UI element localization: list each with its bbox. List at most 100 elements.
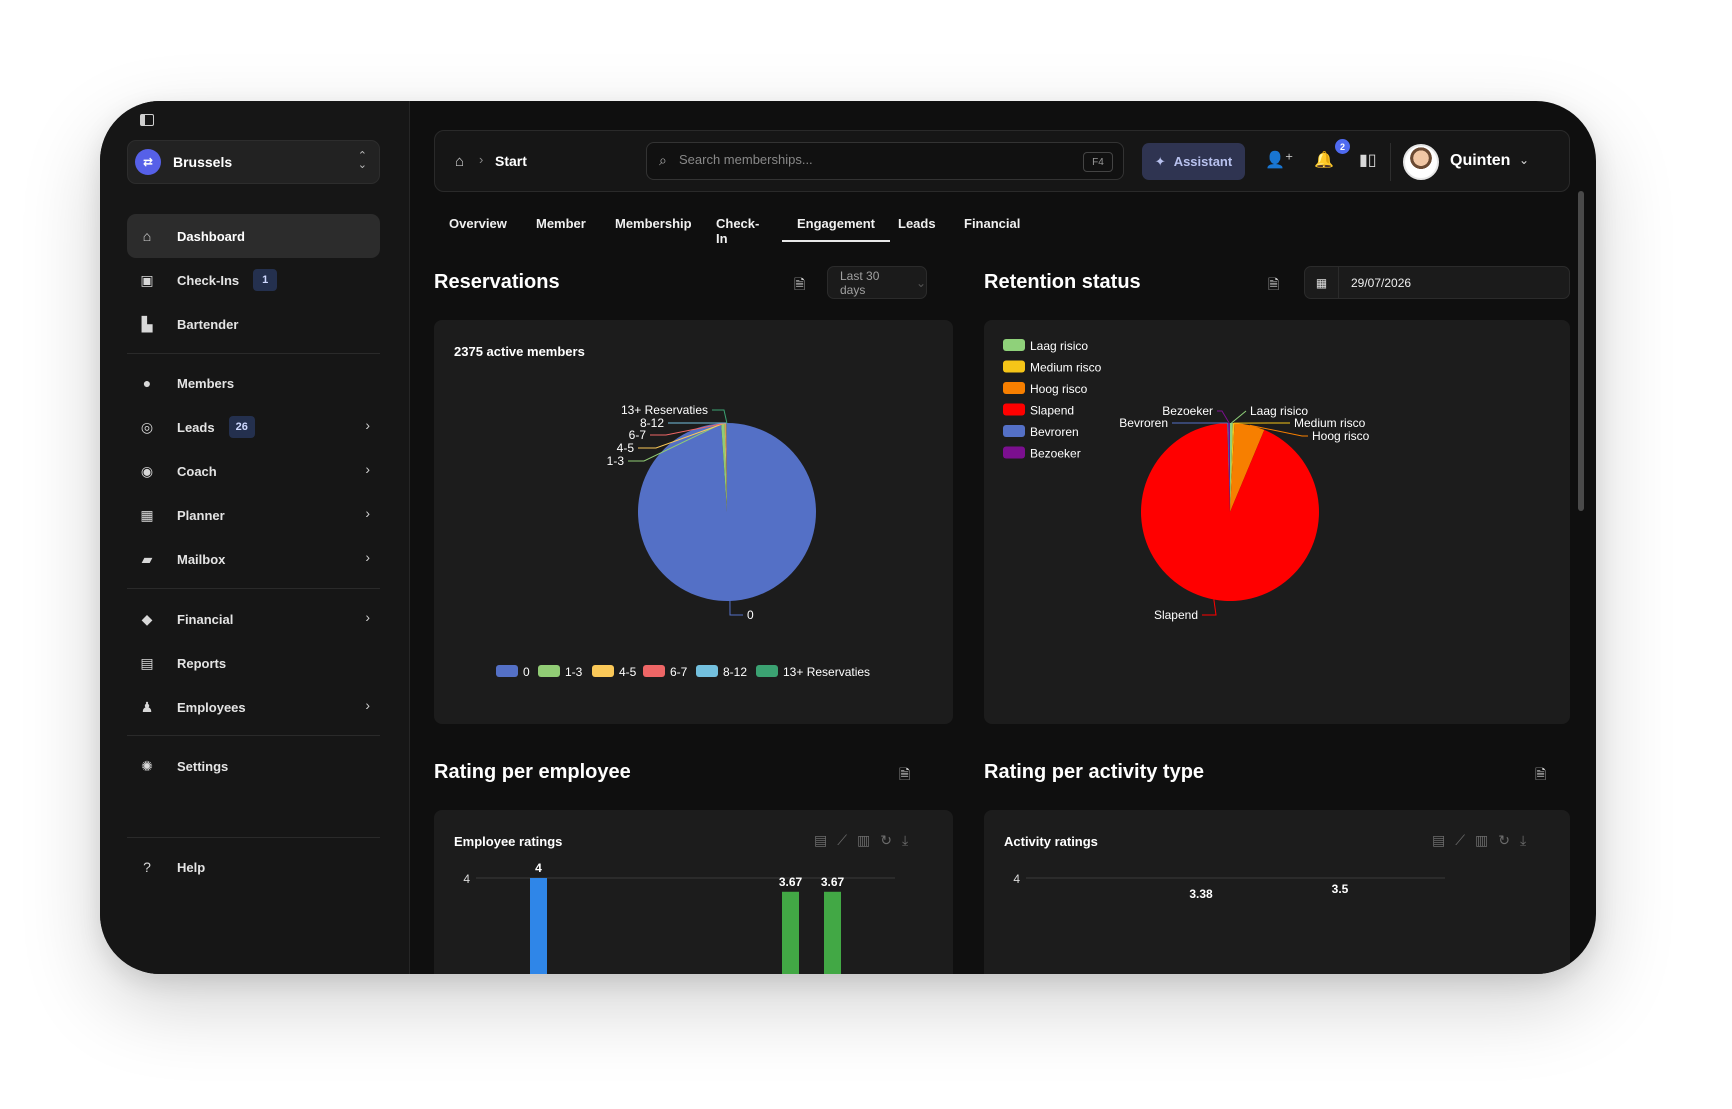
sidebar-item-financial[interactable]: ◆ Financial › [127, 597, 380, 641]
tab-leads[interactable]: Leads [883, 209, 951, 242]
sidebar-item-label: Financial [177, 611, 234, 627]
bartender-icon: ▙ [141, 315, 153, 332]
legend-label: Bezoeker [1030, 447, 1081, 461]
export-excel-icon[interactable]: 🗎 [1268, 274, 1279, 298]
add-user-icon[interactable]: 👤⁺ [1265, 150, 1293, 170]
sidebar-item-mailbox[interactable]: ▰ Mailbox › [127, 537, 380, 581]
tab-overview[interactable]: Overview [434, 209, 522, 242]
tab-check-in[interactable]: Check-In [701, 209, 774, 246]
divider [127, 735, 380, 736]
search-box: ⌕ F4 [646, 142, 1124, 180]
legend-label: Slapend [1030, 404, 1074, 418]
chevron-right-icon: › [479, 152, 484, 167]
pie-label: 6-7 [629, 428, 647, 442]
mailbox-icon: ▰ [141, 550, 153, 567]
sidebar-toggle-icon[interactable] [140, 114, 154, 126]
section-title-rating-activity: Rating per activity type [984, 761, 1205, 783]
sidebar-item-help[interactable]: ? Help [127, 845, 380, 889]
bar-value-label: 3.38 [1189, 887, 1213, 901]
activity-ratings-bar-chart: 4 3.38 3.5 [1013, 872, 1445, 901]
sidebar-item-planner[interactable]: ▦ Planner › [127, 493, 380, 537]
bell-icon[interactable]: 🔔 [1314, 150, 1334, 170]
sidebar-item-label: Settings [177, 758, 229, 774]
y-tick-label: 4 [463, 872, 470, 886]
date-range-value: Last 30 days [840, 268, 880, 297]
divider [127, 588, 380, 589]
count-badge: 26 [228, 416, 255, 438]
door-icon[interactable]: ▮▯ [1359, 150, 1377, 170]
retention-pie-chart: SlapendLaag risicoMedium riscoHoog risco… [1003, 339, 1370, 622]
home-icon[interactable]: ⌂ [455, 153, 464, 170]
sidebar-item-label: Check-Ins [177, 272, 240, 288]
legend-label: Hoog risco [1030, 382, 1088, 396]
legend-swatch [1003, 382, 1025, 394]
legend-swatch [496, 665, 518, 677]
activity-ratings-card: Activity ratings ▤⟋▥↻⤓ 4 3.38 3.5 [984, 810, 1570, 974]
pie-label-line [1202, 599, 1217, 616]
user-name[interactable]: Quinten [1450, 152, 1510, 170]
sidebar-item-label: Dashboard [177, 228, 245, 244]
scrollbar[interactable] [1578, 191, 1584, 511]
sidebar: ⇄ Brussels ⌃ ⌄ ⌂ Dashboard ▣ Check-Ins 1 … [100, 101, 410, 974]
pie-label: Bezoeker [1162, 404, 1213, 418]
chevron-right-icon: › [365, 549, 370, 565]
divider [1390, 143, 1391, 181]
date-range-select[interactable]: Last 30 days ⌄ [827, 266, 927, 299]
leads-icon: ◎ [140, 418, 154, 435]
retention-card: Slapend Laag risico Medium risco Hoog risco… [984, 320, 1570, 724]
chevron-right-icon: › [365, 697, 370, 713]
calendar-icon: ▦ [1305, 267, 1339, 298]
chevron-right-icon: › [365, 505, 370, 521]
pie-label: 4-5 [617, 441, 635, 455]
legend-label: Medium risco [1030, 361, 1102, 375]
sidebar-item-employees[interactable]: ♟ Employees › [127, 685, 380, 729]
legend-label: 8-12 [723, 665, 747, 679]
tab-engagement[interactable]: Engagement [782, 209, 891, 242]
chevron-down-icon[interactable]: ⌄ [1519, 153, 1529, 167]
bar-value-label: 3.67 [821, 875, 845, 889]
sidebar-item-label: Members [177, 375, 235, 391]
employee-ratings-bar-chart: 4 4 3.67 3.67 [463, 861, 895, 974]
tab-member[interactable]: Member [521, 209, 601, 242]
magic-wand-icon: ✦ [1154, 153, 1166, 169]
date-picker[interactable]: ▦ 29/07/2026 [1304, 266, 1570, 299]
help-icon: ? [143, 859, 151, 875]
section-title-rating-employee: Rating per employee [434, 761, 631, 783]
sidebar-item-coach[interactable]: ◉ Coach › [127, 449, 380, 493]
y-tick-label: 4 [1013, 872, 1020, 886]
employees-icon: ♟ [140, 698, 154, 715]
sidebar-item-leads[interactable]: ◎ Leads 26 › [127, 405, 380, 449]
sidebar-item-settings[interactable]: ✺ Settings [127, 744, 380, 788]
sidebar-item-members[interactable]: ● Members [127, 361, 380, 405]
pie-label: 13+ Reservaties [621, 403, 708, 417]
pie-label: Hoog risco [1312, 429, 1370, 443]
legend-swatch [1003, 446, 1025, 459]
sidebar-item-bartender[interactable]: ▙ Bartender [127, 302, 380, 346]
section-title-reservations: Reservations [434, 271, 560, 293]
pie-label: 1-3 [607, 454, 625, 468]
export-excel-icon[interactable]: 🗎 [899, 764, 910, 788]
export-excel-icon[interactable]: 🗎 [1535, 764, 1546, 788]
search-input[interactable] [679, 152, 1059, 167]
bar [530, 878, 547, 974]
sidebar-item-dashboard[interactable]: ⌂ Dashboard [127, 214, 380, 258]
shortcut-hint: F4 [1083, 152, 1113, 172]
breadcrumb-current[interactable]: Start [495, 153, 527, 169]
sidebar-item-label: Leads [177, 419, 215, 435]
sidebar-item-label: Coach [177, 463, 217, 479]
location-switcher[interactable]: ⇄ Brussels ⌃ ⌄ [127, 140, 380, 184]
legend-label: 13+ Reservaties [783, 665, 870, 679]
legend-swatch [696, 665, 718, 677]
notification-badge: 2 [1335, 139, 1350, 154]
sidebar-item-reports[interactable]: ▤ Reports [127, 641, 380, 685]
divider [127, 353, 380, 354]
avatar[interactable] [1403, 144, 1439, 180]
home-icon: ⌂ [142, 228, 152, 244]
assistant-button[interactable]: ✦ Assistant [1142, 143, 1245, 180]
export-excel-icon[interactable]: 🗎 [794, 274, 805, 298]
sidebar-item-check-ins[interactable]: ▣ Check-Ins 1 [127, 258, 380, 302]
legend-label: 0 [523, 665, 530, 679]
tab-membership[interactable]: Membership [600, 209, 707, 242]
tab-financial[interactable]: Financial [949, 209, 1035, 242]
pie-label-line [729, 600, 743, 616]
